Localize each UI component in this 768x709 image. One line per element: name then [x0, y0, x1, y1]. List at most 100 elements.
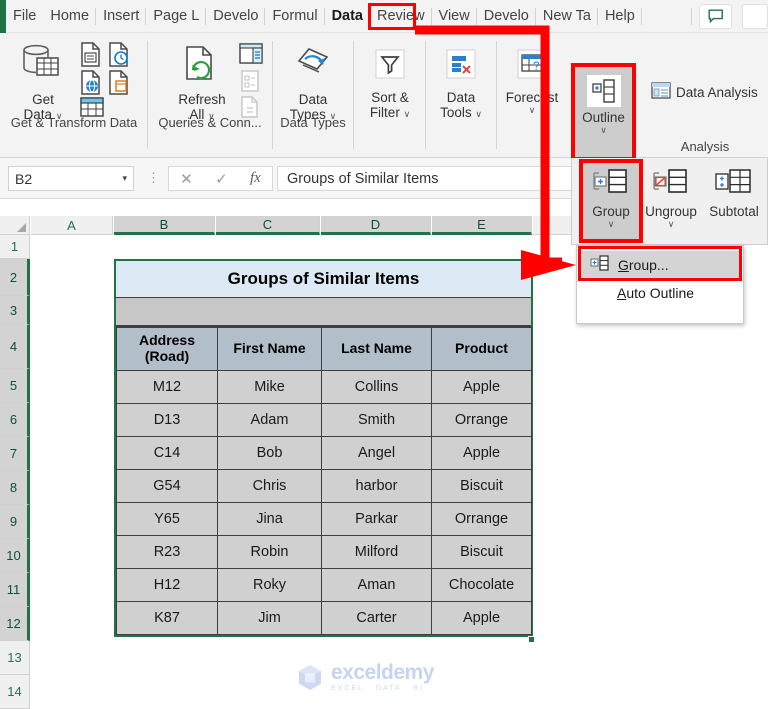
name-box[interactable]: B2 ▾: [8, 166, 134, 191]
row-header-1[interactable]: 1: [0, 235, 30, 259]
row-header-14[interactable]: 14: [0, 675, 30, 709]
table-row[interactable]: H12 Roky Aman Chocolate: [116, 568, 532, 602]
row-header-2[interactable]: 2: [0, 259, 30, 296]
cell-last-name[interactable]: Aman: [321, 568, 432, 602]
row-header-4[interactable]: 4: [0, 325, 30, 369]
column-header-f[interactable]: [533, 216, 573, 235]
cell-last-name[interactable]: harbor: [321, 469, 432, 503]
tab-developer[interactable]: Develo: [206, 0, 266, 33]
table-row[interactable]: K87 Jim Carter Apple: [116, 601, 532, 635]
chevron-down-icon[interactable]: ∨: [583, 219, 639, 230]
get-data-button[interactable]: Get Data ∨: [8, 43, 78, 122]
cell-first-name[interactable]: Robin: [217, 535, 322, 569]
row-header-8[interactable]: 8: [0, 471, 30, 505]
menu-item-auto-outline[interactable]: Auto Outline: [577, 278, 743, 308]
comments-button[interactable]: [699, 4, 732, 29]
row-header-11[interactable]: 11: [0, 573, 30, 607]
tab-data[interactable]: Data: [325, 0, 370, 33]
confirm-icon[interactable]: ✓: [215, 170, 228, 188]
share-button[interactable]: [742, 4, 768, 29]
chevron-down-icon[interactable]: ∨: [499, 105, 565, 115]
formula-bar-handle[interactable]: ⋮: [147, 171, 160, 184]
cell-product[interactable]: Apple: [431, 370, 532, 404]
cell-last-name[interactable]: Smith: [321, 403, 432, 437]
column-header-d[interactable]: D: [321, 216, 431, 235]
tab-file[interactable]: File: [6, 0, 43, 33]
row-header-12[interactable]: 12: [0, 607, 30, 641]
refresh-all-button[interactable]: Refresh All ∨: [162, 43, 242, 122]
cell-product[interactable]: Chocolate: [431, 568, 532, 602]
tab-home[interactable]: Home: [43, 0, 96, 33]
cancel-icon[interactable]: ✕: [180, 170, 193, 188]
cell-product[interactable]: Biscuit: [431, 469, 532, 503]
table-row[interactable]: Y65 Jina Parkar Orrange: [116, 502, 532, 536]
column-header-e[interactable]: E: [432, 216, 532, 235]
cell-first-name[interactable]: Jina: [217, 502, 322, 536]
group-button[interactable]: Group ∨: [583, 163, 639, 239]
cell-address[interactable]: R23: [116, 535, 218, 569]
cell-first-name[interactable]: Chris: [217, 469, 322, 503]
fill-handle[interactable]: [528, 636, 535, 643]
cell-last-name[interactable]: Parkar: [321, 502, 432, 536]
cell-last-name[interactable]: Collins: [321, 370, 432, 404]
sort-filter-button[interactable]: Sort & Filter ∨: [356, 47, 424, 120]
row-header-6[interactable]: 6: [0, 403, 30, 437]
cell-product[interactable]: Orrange: [431, 403, 532, 437]
cell-address[interactable]: K87: [116, 601, 218, 635]
chevron-down-icon[interactable]: ▾: [122, 173, 127, 184]
cell-product[interactable]: Biscuit: [431, 535, 532, 569]
column-header-b[interactable]: B: [114, 216, 215, 235]
cell-first-name[interactable]: Jim: [217, 601, 322, 635]
outline-button[interactable]: Outline ∨: [575, 67, 632, 157]
chevron-down-icon[interactable]: ∨: [475, 109, 482, 119]
row-header-13[interactable]: 13: [0, 641, 30, 675]
cell-address[interactable]: Y65: [116, 502, 218, 536]
menu-item-group[interactable]: Group...: [581, 251, 739, 278]
cell-product[interactable]: Apple: [431, 601, 532, 635]
cell-last-name[interactable]: Angel: [321, 436, 432, 470]
cell-address[interactable]: H12: [116, 568, 218, 602]
row-header-7[interactable]: 7: [0, 437, 30, 471]
chevron-down-icon[interactable]: ∨: [404, 109, 411, 119]
table-row[interactable]: G54 Chris harbor Biscuit: [116, 469, 532, 503]
tab-new-tab[interactable]: New Ta: [536, 0, 599, 33]
queries-connections-button[interactable]: [237, 41, 265, 72]
tab-review[interactable]: Review: [370, 0, 432, 33]
table-row[interactable]: M12 Mike Collins Apple: [116, 370, 532, 404]
data-analysis-button[interactable]: Data Analysis: [651, 81, 758, 103]
row-header-10[interactable]: 10: [0, 539, 30, 573]
table-row[interactable]: D13 Adam Smith Orrange: [116, 403, 532, 437]
row-header-9[interactable]: 9: [0, 505, 30, 539]
tab-help[interactable]: Help: [598, 0, 642, 33]
table-row[interactable]: C14 Bob Angel Apple: [116, 436, 532, 470]
cell-first-name[interactable]: Adam: [217, 403, 322, 437]
cell-last-name[interactable]: Milford: [321, 535, 432, 569]
row-header-3[interactable]: 3: [0, 296, 30, 325]
tab-page-layout[interactable]: Page L: [146, 0, 207, 33]
insert-function-icon[interactable]: fx: [250, 170, 261, 187]
cell-address[interactable]: D13: [116, 403, 218, 437]
cell-first-name[interactable]: Bob: [217, 436, 322, 470]
cell-first-name[interactable]: Mike: [217, 370, 322, 404]
ungroup-button[interactable]: Ungroup ∨: [640, 163, 702, 239]
cell-address[interactable]: G54: [116, 469, 218, 503]
data-tools-button[interactable]: Data Tools ∨: [428, 47, 494, 120]
data-types-button[interactable]: Data Types ∨: [277, 43, 349, 122]
cell-last-name[interactable]: Carter: [321, 601, 432, 635]
cell-product[interactable]: Apple: [431, 436, 532, 470]
cell-address[interactable]: C14: [116, 436, 218, 470]
cell-address[interactable]: M12: [116, 370, 218, 404]
tab-formulas[interactable]: Formul: [265, 0, 325, 33]
from-database-button[interactable]: [106, 69, 132, 101]
cell-first-name[interactable]: Roky: [217, 568, 322, 602]
chevron-down-icon[interactable]: ∨: [575, 125, 632, 136]
column-header-a[interactable]: A: [31, 216, 113, 235]
subtotal-button[interactable]: Subtotal: [703, 163, 765, 239]
column-header-c[interactable]: C: [216, 216, 320, 235]
table-row[interactable]: R23 Robin Milford Biscuit: [116, 535, 532, 569]
cell-product[interactable]: Orrange: [431, 502, 532, 536]
tab-view[interactable]: View: [432, 0, 477, 33]
chevron-down-icon[interactable]: ∨: [640, 219, 702, 230]
tab-developer-2[interactable]: Develo: [477, 0, 537, 33]
select-all-corner[interactable]: [0, 216, 30, 235]
